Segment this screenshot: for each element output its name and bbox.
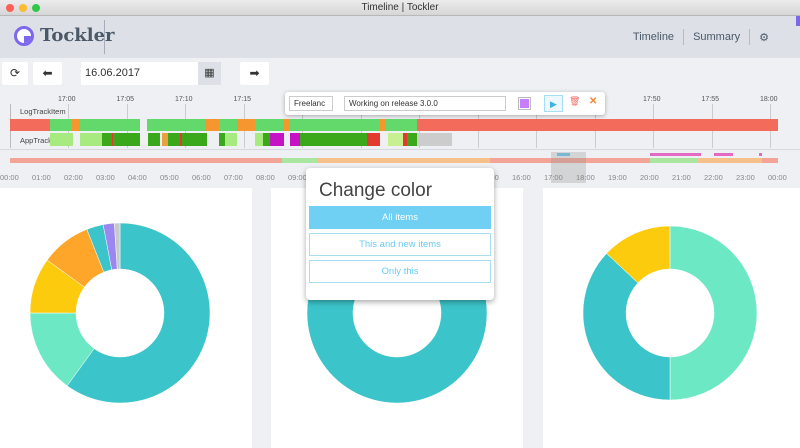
popover-title: Change color: [319, 180, 433, 201]
donut-slice[interactable]: [582, 253, 671, 401]
donut-slice[interactable]: [669, 225, 758, 401]
this-and-new-items-button[interactable]: This and new items: [309, 233, 491, 256]
only-this-button[interactable]: Only this: [309, 260, 491, 283]
change-color-popover: Change color All items This and new item…: [306, 168, 494, 300]
all-items-button[interactable]: All items: [309, 206, 491, 229]
